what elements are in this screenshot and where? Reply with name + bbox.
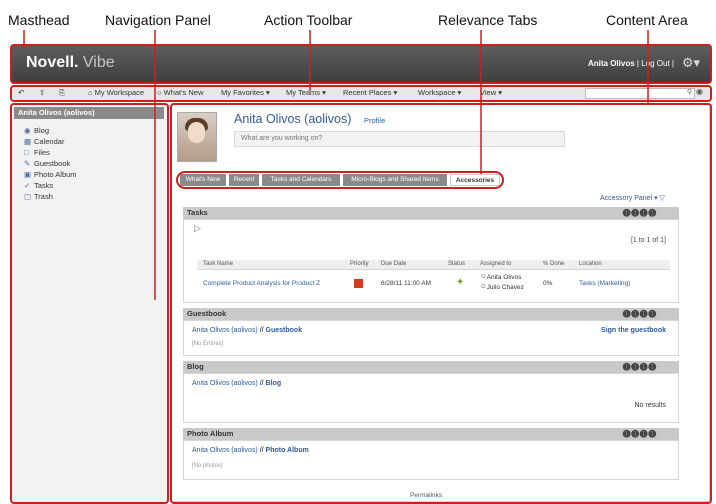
tasks-section-header: Tasks ➊➊➊➊	[183, 207, 679, 219]
tab-recent[interactable]: Recent	[229, 174, 259, 186]
navigation-panel: Anita Olivos (aolivos) ◉ Blog ▦ Calendar □…	[12, 104, 168, 502]
photo-album-section-header: Photo Album ➊➊➊➊	[183, 428, 679, 440]
profile-name[interactable]: Anita Olivos (aolivos)	[234, 112, 351, 126]
avatar[interactable]	[177, 112, 217, 162]
callout-masthead: Masthead	[8, 12, 70, 28]
guestbook-breadcrumb: Anita Olivos (aolivos) // Guestbook	[192, 327, 303, 334]
toolbar-view[interactable]: View ▾	[480, 88, 502, 97]
tasks-paging: [1 to 1 of 1]	[630, 237, 666, 244]
permalinks-link[interactable]: Permalinks	[410, 492, 442, 499]
sidebar-item-tasks[interactable]: ✓ Tasks	[24, 181, 53, 190]
blog-no-results: No results	[634, 402, 666, 409]
assignee-2[interactable]: ☺ Julio Chavez	[480, 283, 524, 291]
sidebar-item-trash[interactable]: ▢ Trash	[24, 192, 53, 201]
tasks-icon: ✓	[24, 181, 31, 190]
action-toolbar: ↶ ⇧ ⎘ ⌂ My Workspace ○ What's New My Fav…	[12, 86, 710, 101]
guestbook-section-header: Guestbook ➊➊➊➊	[183, 308, 679, 320]
photo-album-breadcrumb: Anita Olivos (aolivos) // Photo Album	[192, 447, 309, 454]
blog-icon: ◉	[24, 126, 31, 135]
accessory-panel-menu[interactable]: Accessory Panel ▾ ▽	[600, 194, 665, 202]
photo-album-empty: [No photos]	[192, 463, 223, 469]
toolbar-my-workspace[interactable]: ⌂ My Workspace	[88, 88, 144, 97]
blog-section-body: Anita Olivos (aolivos) // Blog No result…	[183, 373, 679, 423]
toolbar-recent-places[interactable]: Recent Places ▾	[343, 88, 397, 97]
sidebar-item-files[interactable]: □ Files	[24, 148, 50, 157]
task-name-link[interactable]: Complete Product Analysis for Product Z	[203, 280, 320, 287]
blog-breadcrumb: Anita Olivos (aolivos) // Blog	[192, 380, 282, 387]
tab-whats-new[interactable]: What's New	[180, 174, 226, 186]
callout-navigation-panel: Navigation Panel	[105, 12, 211, 28]
calendar-icon: ▦	[24, 137, 32, 146]
callout-relevance-tabs: Relevance Tabs	[438, 12, 538, 28]
photo-icon: ▣	[24, 170, 32, 179]
search-icon[interactable]: ⚲	[687, 88, 692, 96]
task-due-date: 6/28/11 11:00 AM	[381, 280, 431, 287]
section-controls-icon[interactable]: ➊➊➊➊	[623, 429, 657, 439]
search-options-icon[interactable]: ◉	[696, 87, 703, 96]
task-percent-done: 0%	[543, 280, 553, 287]
guestbook-empty: [No Entries]	[192, 341, 224, 347]
tab-micro-blogs[interactable]: Micro-Blogs and Shared Items	[343, 174, 447, 186]
guestbook-section-body: Anita Olivos (aolivos) // Guestbook Sign…	[183, 320, 679, 356]
gear-icon[interactable]: ⚙▾	[682, 55, 700, 71]
sidebar-item-blog[interactable]: ◉ Blog	[24, 126, 49, 135]
section-controls-icon[interactable]: ➊➊➊➊	[623, 208, 657, 218]
section-controls-icon[interactable]: ➊➊➊➊	[623, 362, 657, 372]
masthead-user-name[interactable]: Anita Olivos	[588, 59, 635, 68]
files-icon: □	[24, 148, 29, 157]
sign-guestbook-link[interactable]: Sign the guestbook	[601, 327, 666, 334]
blog-section-header: Blog ➊➊➊➊	[183, 361, 679, 373]
callout-content-area: Content Area	[606, 12, 688, 28]
profile-link[interactable]: Profile	[364, 116, 385, 125]
clipboard-icon[interactable]: ⎘	[59, 88, 65, 98]
masthead: Novell. Vibe Anita Olivos | Log Out | ⚙▾	[12, 46, 710, 82]
upload-icon[interactable]: ⇧	[39, 88, 45, 97]
assignee-1[interactable]: ☺ Anita Olivos	[480, 273, 521, 281]
sidebar-item-guestbook[interactable]: ✎ Guestbook	[24, 159, 70, 168]
search-input[interactable]: ⚲	[585, 88, 695, 99]
trash-icon: ▢	[24, 192, 32, 201]
toolbar-whats-new[interactable]: ○ What's New	[157, 88, 203, 97]
tasks-table-header: Task Name Priority Due Date Status Assig…	[197, 260, 670, 270]
table-row: Complete Product Analysis for Product Z …	[197, 272, 670, 294]
status-input[interactable]: What are you working on?	[234, 131, 565, 147]
nav-workspace-title[interactable]: Anita Olivos (aolivos)	[14, 107, 164, 119]
sidebar-item-calendar[interactable]: ▦ Calendar	[24, 137, 64, 146]
toolbar-workspace[interactable]: Workspace ▾	[418, 88, 461, 97]
photo-album-section-body: Anita Olivos (aolivos) // Photo Album [N…	[183, 440, 679, 480]
toolbar-my-teams[interactable]: My Teams ▾	[286, 88, 326, 97]
task-location-link[interactable]: Tasks (Marketing)	[579, 280, 630, 287]
status-icon[interactable]: ✦	[456, 277, 464, 288]
logout-link[interactable]: Log Out	[641, 59, 669, 68]
guestbook-icon: ✎	[24, 159, 31, 168]
expand-icon[interactable]: ▷	[194, 223, 201, 234]
novell-vibe-logo: Novell. Vibe	[26, 54, 115, 71]
masthead-user-links: Anita Olivos | Log Out |	[587, 59, 674, 68]
toolbar-my-favorites[interactable]: My Favorites ▾	[221, 88, 270, 97]
tab-accessories[interactable]: Accessories	[450, 174, 500, 186]
back-icon[interactable]: ↶	[18, 88, 24, 97]
section-controls-icon[interactable]: ➊➊➊➊	[623, 309, 657, 319]
callout-action-toolbar: Action Toolbar	[264, 12, 353, 28]
sidebar-item-photo-album[interactable]: ▣ Photo Album	[24, 170, 77, 179]
tab-tasks-calendars[interactable]: Tasks and Calendars	[262, 174, 340, 186]
